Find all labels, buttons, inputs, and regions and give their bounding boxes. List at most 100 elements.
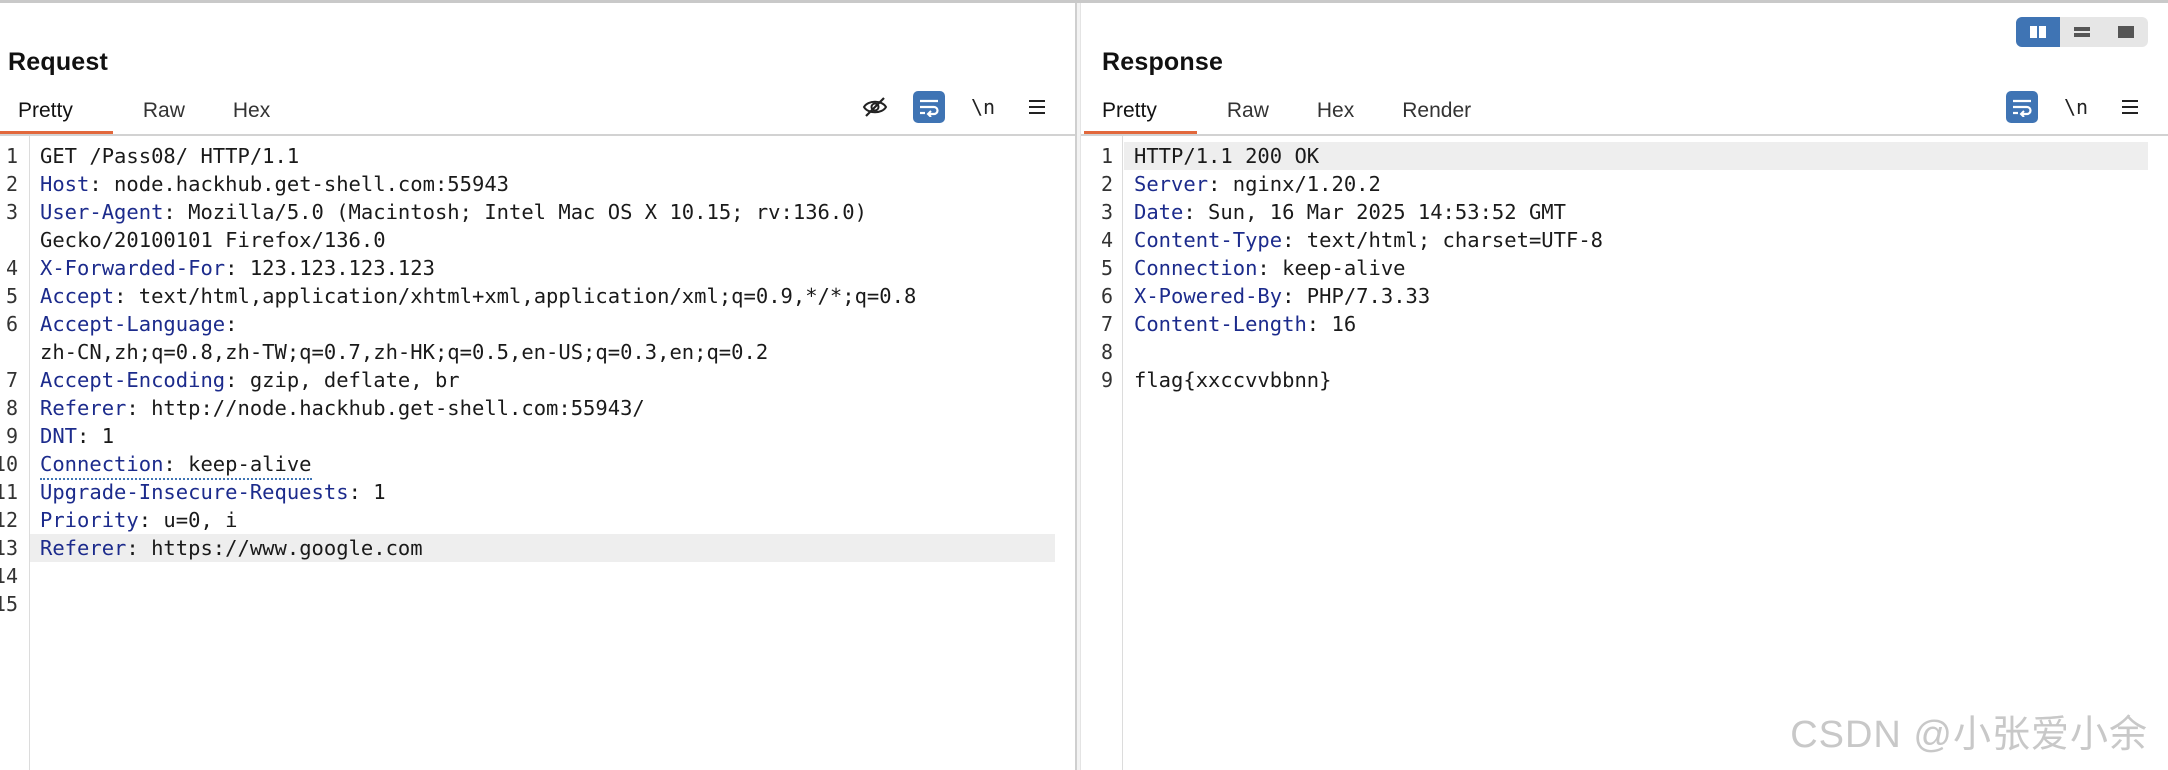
header-value: : gzip, deflate, br [225,368,460,392]
header-name: X-Powered-By [1134,284,1283,308]
response-panel: Response Pretty Raw Hex Render \n 1 HTTP/… [1081,3,2168,770]
request-toolbar: \n [859,91,1053,123]
header-value: : text/html,application/xhtml+xml,applic… [114,284,917,308]
header-name: User-Agent [40,200,164,224]
line-content: X-Powered-By: PHP/7.3.33 [1134,282,2148,310]
line-content: Connection: keep-alive [1134,254,2148,282]
line-number: 3 [5,200,18,224]
code-line: 6 Accept-Language: zh-CN,zh;q=0.8,zh-TW;q… [0,310,1075,366]
header-name: Connection [1134,256,1258,280]
code-line: 7 Accept-Encoding: gzip, deflate, br [0,366,1075,394]
request-title: Request [8,48,109,76]
line-number: 13 [0,536,18,560]
line-number: 14 [0,564,18,588]
line-number: 3 [1100,200,1113,224]
split-vertical-icon[interactable] [2060,17,2104,47]
code-line: 11 Upgrade-Insecure-Requests: 1 [0,478,1075,506]
header-name: Content-Length [1134,312,1307,336]
split-horizontal-icon[interactable] [2016,17,2060,47]
code-line: 1 GET /Pass08/ HTTP/1.1 [0,142,1075,170]
line-content: Referer: http://node.hackhub.get-shell.c… [40,394,1055,422]
code-line: 12 Priority: u=0, i [0,506,1075,534]
code-line: 5 Connection: keep-alive [1081,254,2168,282]
line-number: 7 [5,368,18,392]
line-content: Accept-Language: zh-CN,zh;q=0.8,zh-TW;q=… [40,310,1055,366]
line-number: 6 [1100,284,1113,308]
request-tab-hex[interactable]: Hex [215,89,288,133]
header-value: : u=0, i [138,508,238,532]
line-number: 15 [0,592,18,616]
response-tab-pretty[interactable]: Pretty [1084,89,1197,135]
line-content: Connection: keep-alive [40,450,312,480]
header-value: : PHP/7.3.33 [1282,284,1431,308]
line-number: 5 [5,284,18,308]
header-value: : text/html; charset=UTF-8 [1282,228,1604,252]
newline-icon[interactable]: \n [967,91,999,123]
line-content: X-Forwarded-For: 123.123.123.123 [40,254,1055,282]
response-tab-hex[interactable]: Hex [1299,89,1372,133]
menu-icon[interactable] [1021,91,1053,123]
request-tabs: Pretty Raw Hex [0,89,288,135]
line-number: 2 [5,172,18,196]
line-content: Accept-Encoding: gzip, deflate, br [40,366,1055,394]
code-line: 5 Accept: text/html,application/xhtml+xml… [0,282,1075,310]
line-number: 7 [1100,312,1113,336]
line-content: Referer: https://www.google.com [40,534,1055,562]
response-tab-raw[interactable]: Raw [1209,89,1287,133]
response-lines: 1 HTTP/1.1 200 OK 2 Server: nginx/1.20.2 3 Da… [1081,142,2168,394]
line-number: 8 [5,396,18,420]
layout-switch [2016,17,2148,47]
header-value: : keep-alive [1257,256,1406,280]
code-line: 3 User-Agent: Mozilla/5.0 (Macintosh; Int… [0,198,1075,254]
line-number: 10 [0,452,18,476]
header-value: : 123.123.123.123 [225,256,435,280]
line-content: Host: node.hackhub.get-shell.com:55943 [40,170,1055,198]
header-value: : node.hackhub.get-shell.com:55943 [89,172,510,196]
wrap-lines-icon[interactable] [913,91,945,123]
header-name: Connection [40,452,164,476]
line-number: 9 [1100,368,1113,392]
eye-off-icon[interactable] [859,91,891,123]
code-line: 9 flag{xxccvvbbnn} [1081,366,2168,394]
code-line: 4 Content-Type: text/html; charset=UTF-8 [1081,226,2168,254]
header-name: Priority [40,508,139,532]
single-pane-icon[interactable] [2104,17,2148,47]
line-text: HTTP/1.1 200 OK [1134,144,1320,168]
request-tab-raw[interactable]: Raw [125,89,203,133]
line-number: 12 [0,508,18,532]
code-line: 6 X-Powered-By: PHP/7.3.33 [1081,282,2168,310]
line-number: 6 [5,312,18,336]
request-tab-pretty[interactable]: Pretty [0,89,113,135]
header-name: Referer [40,396,127,420]
wrap-lines-icon[interactable] [2006,91,2038,123]
header-value: : 1 [348,480,386,504]
line-number: 11 [0,480,18,504]
response-tab-render[interactable]: Render [1384,89,1489,133]
code-line: 9 DNT: 1 [0,422,1075,450]
header-name: X-Forwarded-For [40,256,226,280]
header-name: Accept-Encoding [40,368,226,392]
header-value: : 1 [77,424,115,448]
code-line: 7 Content-Length: 16 [1081,310,2168,338]
header-name: Accept-Language [40,312,226,336]
header-value: : Sun, 16 Mar 2025 14:53:52 GMT [1183,200,1566,224]
header-value: : http://node.hackhub.get-shell.com:5594… [126,396,645,420]
line-number: 9 [5,424,18,448]
line-content: GET /Pass08/ HTTP/1.1 [40,142,1055,170]
response-toolbar: \n [2006,91,2146,123]
line-content: Accept: text/html,application/xhtml+xml,… [40,282,1055,310]
newline-icon[interactable]: \n [2060,91,2092,123]
line-content: HTTP/1.1 200 OK [1134,142,2148,170]
header-name: Upgrade-Insecure-Requests [40,480,349,504]
response-editor[interactable]: 1 HTTP/1.1 200 OK 2 Server: nginx/1.20.2 3 Da… [1081,136,2168,770]
code-line: 1 HTTP/1.1 200 OK [1081,142,2168,170]
line-content: Priority: u=0, i [40,506,1055,534]
header-name: Content-Type [1134,228,1283,252]
code-line: 13 Referer: https://www.google.com [0,534,1075,562]
request-lines: 1 GET /Pass08/ HTTP/1.1 2 Host: node.hackhu… [0,142,1075,618]
code-line: 15 [0,590,1075,618]
line-content: Content-Type: text/html; charset=UTF-8 [1134,226,2148,254]
line-number: 4 [1100,228,1113,252]
request-editor[interactable]: 1 GET /Pass08/ HTTP/1.1 2 Host: node.hackhu… [0,136,1075,770]
menu-icon[interactable] [2114,91,2146,123]
